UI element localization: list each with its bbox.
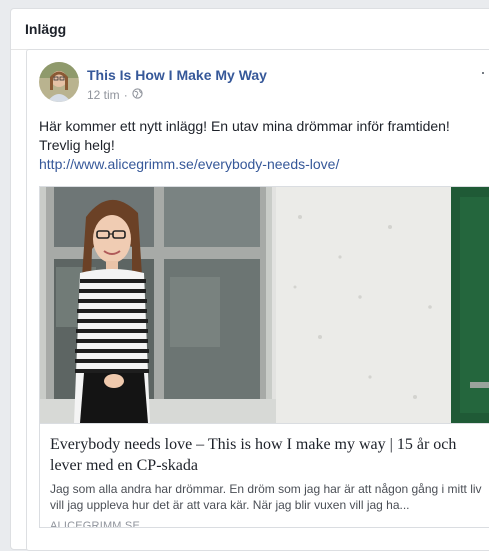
- post-link[interactable]: http://www.alicegrimm.se/everybody-needs…: [39, 156, 339, 172]
- section-title: Inlägg: [25, 21, 67, 37]
- globe-icon[interactable]: [132, 88, 143, 102]
- preview-image[interactable]: [40, 187, 489, 423]
- preview-domain: ALICEGRIMM.SE: [50, 520, 141, 528]
- preview-title[interactable]: Everybody needs love – This is how I mak…: [50, 434, 489, 476]
- avatar[interactable]: [39, 62, 79, 102]
- preview-description: Jag som alla andra har drömmar. En dröm …: [50, 482, 482, 512]
- author-name[interactable]: This Is How I Make My Way: [87, 67, 267, 83]
- post-meta: 12 tim ·: [87, 88, 143, 102]
- meta-separator: ·: [123, 88, 128, 102]
- post-card: This Is How I Make My Way 12 tim · ··· H…: [26, 49, 489, 551]
- post-text-line: Trevlig helg!: [39, 137, 115, 153]
- post-time[interactable]: 12 tim: [87, 88, 120, 102]
- post-text-line: Här kommer ett nytt inlägg! En utav mina…: [39, 118, 450, 134]
- link-preview[interactable]: Everybody needs love – This is how I mak…: [39, 186, 489, 528]
- preview-body[interactable]: Everybody needs love – This is how I mak…: [40, 423, 489, 528]
- posts-section: Inlägg This Is How I Make My Way 12 tim …: [10, 8, 489, 551]
- more-options-icon[interactable]: ···: [480, 62, 489, 83]
- post-text: Här kommer ett nytt inlägg! En utav mina…: [39, 117, 489, 174]
